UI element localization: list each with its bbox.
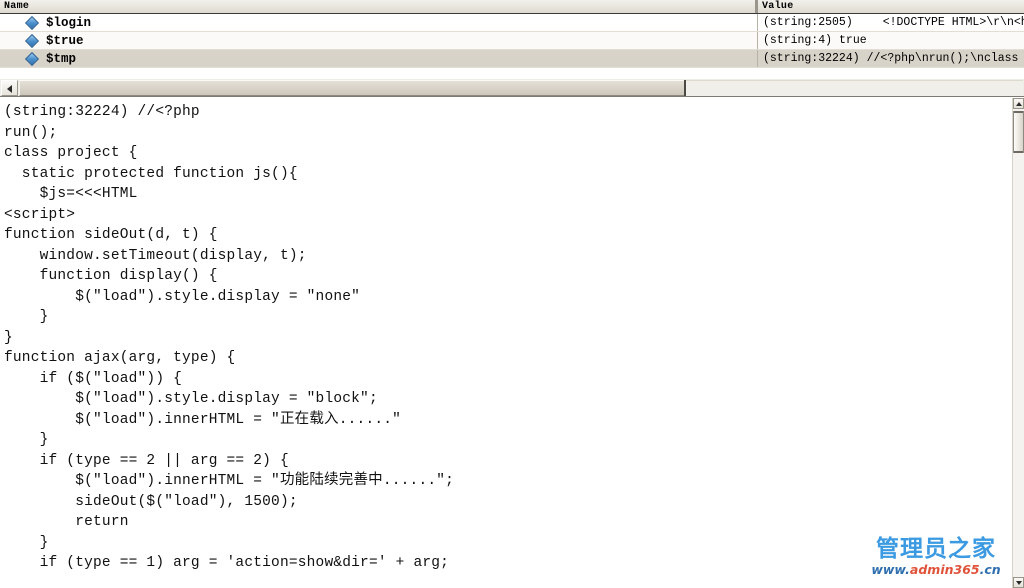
horizontal-scroll-thumb[interactable]: [19, 80, 686, 96]
column-header-value[interactable]: Value: [757, 0, 1024, 13]
value-type-length: (string:2505): [763, 16, 853, 29]
vertical-scroll-thumb[interactable]: [1013, 111, 1024, 153]
debugger-window: Name Value $login (string:2505) <!DOCTYPE…: [0, 0, 1024, 588]
variable-name: $tmp: [46, 52, 77, 66]
vertical-scroll-track[interactable]: [1013, 109, 1024, 577]
variable-name: $true: [46, 34, 84, 48]
row-value-cell[interactable]: (string:32224) //<?php\nrun();\nclass p:: [757, 50, 1024, 68]
value-preview: true: [839, 34, 867, 47]
table-row[interactable]: $true (string:4) true: [0, 32, 1024, 50]
blue-diamond-icon: [24, 51, 40, 67]
row-name-cell[interactable]: $login: [0, 14, 757, 32]
grid-body: $login (string:2505) <!DOCTYPE HTML>\r\n<…: [0, 14, 1024, 68]
value-type-length: (string:4): [763, 34, 833, 47]
value-detail-pane[interactable]: (string:32224) //<?php run(); class proj…: [0, 98, 1024, 588]
grid-header-row: Name Value: [0, 0, 1024, 14]
variable-name: $login: [46, 16, 92, 30]
vertical-scrollbar[interactable]: [1012, 98, 1024, 588]
value-preview: //<?php\nrun();\nclass p:: [866, 52, 1024, 65]
row-name-cell[interactable]: $true: [0, 32, 757, 50]
table-row[interactable]: $tmp (string:32224) //<?php\nrun();\nclas…: [0, 50, 1024, 68]
scroll-down-arrow-icon[interactable]: [1013, 577, 1024, 588]
variable-inspector-grid: Name Value $login (string:2505) <!DOCTYPE…: [0, 0, 1024, 78]
blue-diamond-icon: [24, 15, 40, 31]
value-preview: <!DOCTYPE HTML>\r\n<he:: [882, 16, 1024, 29]
row-name-cell[interactable]: $tmp: [0, 50, 757, 68]
column-header-name[interactable]: Name: [0, 0, 757, 13]
scroll-left-arrow-icon[interactable]: [1, 80, 18, 96]
row-value-cell[interactable]: (string:4) true: [757, 32, 1024, 50]
horizontal-scrollbar[interactable]: [0, 78, 1024, 97]
scroll-up-arrow-icon[interactable]: [1013, 98, 1024, 109]
table-row[interactable]: $login (string:2505) <!DOCTYPE HTML>\r\n<…: [0, 14, 1024, 32]
blue-diamond-icon: [24, 33, 40, 49]
row-divider: [0, 67, 1024, 68]
value-type-length: (string:32224): [763, 52, 860, 65]
row-value-cell[interactable]: (string:2505) <!DOCTYPE HTML>\r\n<he:: [757, 14, 1024, 32]
code-content: (string:32224) //<?php run(); class proj…: [4, 104, 455, 571]
